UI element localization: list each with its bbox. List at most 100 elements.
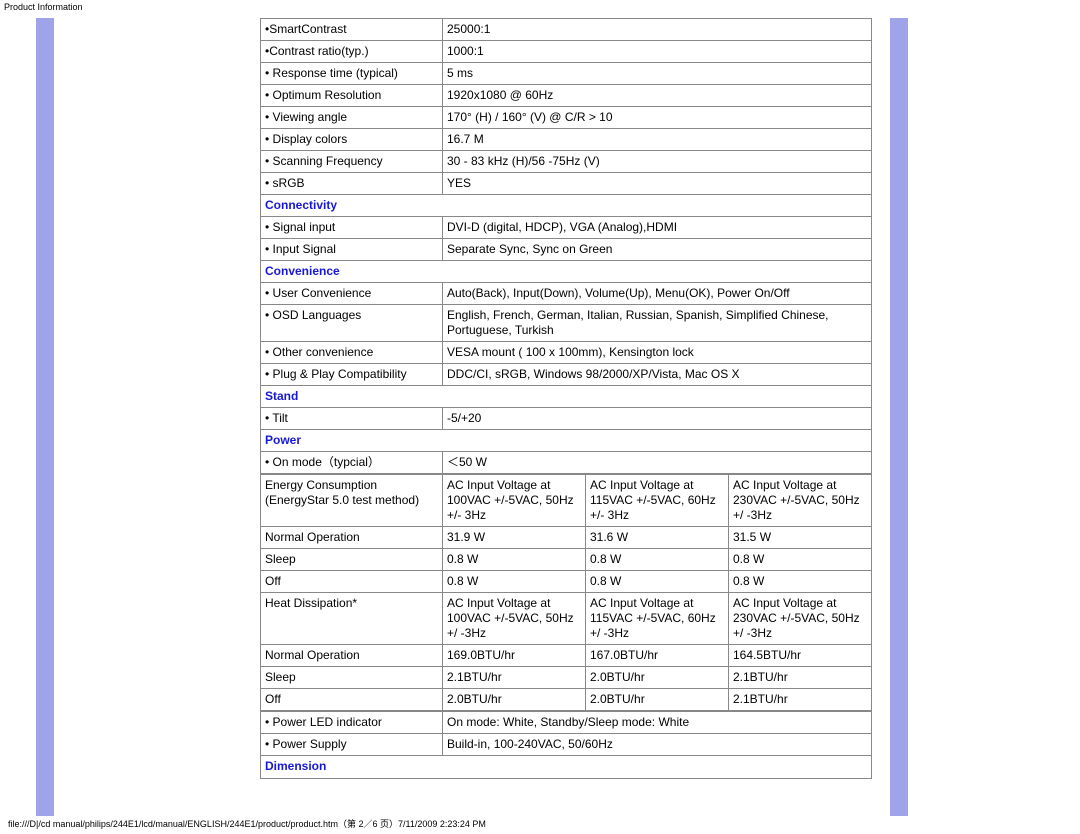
spec-label: • User Convenience <box>261 283 443 305</box>
section-header: Dimension <box>261 756 872 779</box>
spec-value: DDC/CI, sRGB, Windows 98/2000/XP/Vista, … <box>443 364 872 386</box>
section-header: Convenience <box>261 261 872 283</box>
section-header-row: Stand <box>261 386 872 408</box>
spec-label: Normal Operation <box>261 645 443 667</box>
spec-value: Build-in, 100-240VAC, 50/60Hz <box>443 734 872 756</box>
section-header-row: Power <box>261 430 872 452</box>
spec-label: Heat Dissipation* <box>261 593 443 645</box>
table-row: Energy Consumption (EnergyStar 5.0 test … <box>261 475 872 527</box>
spec-value: Separate Sync, Sync on Green <box>443 239 872 261</box>
spec-value: 0.8 W <box>729 571 872 593</box>
spec-label: Off <box>261 689 443 711</box>
spec-value: 31.5 W <box>729 527 872 549</box>
table-row: • Response time (typical)5 ms <box>261 63 872 85</box>
spec-label: • sRGB <box>261 173 443 195</box>
spec-value: 31.6 W <box>586 527 729 549</box>
table-row: Sleep 0.8 W 0.8 W 0.8 W <box>261 549 872 571</box>
section-header: Stand <box>261 386 872 408</box>
spec-label: Off <box>261 571 443 593</box>
table-row: Sleep 2.1BTU/hr 2.0BTU/hr 2.1BTU/hr <box>261 667 872 689</box>
spec-label: • Plug & Play Compatibility <box>261 364 443 386</box>
spec-label: Energy Consumption (EnergyStar 5.0 test … <box>261 475 443 527</box>
section-header: Power <box>261 430 872 452</box>
spec-value: 25000:1 <box>443 19 872 41</box>
spec-value: 16.7 M <box>443 129 872 151</box>
spec-value: 1000:1 <box>443 41 872 63</box>
spec-label: Sleep <box>261 549 443 571</box>
table-row: • Plug & Play CompatibilityDDC/CI, sRGB,… <box>261 364 872 386</box>
spec-value: 0.8 W <box>443 549 586 571</box>
spec-value: 164.5BTU/hr <box>729 645 872 667</box>
spec-value: 2.1BTU/hr <box>729 667 872 689</box>
spec-label: • Other convenience <box>261 342 443 364</box>
table-row: Off 0.8 W 0.8 W 0.8 W <box>261 571 872 593</box>
table-row: •Contrast ratio(typ.)1000:1 <box>261 41 872 63</box>
spec-label: • On mode（typcial） <box>261 452 443 474</box>
table-row: • Optimum Resolution1920x1080 @ 60Hz <box>261 85 872 107</box>
table-row: • On mode（typcial）＜50 W <box>261 452 872 474</box>
table-row: • Power LED indicatorOn mode: White, Sta… <box>261 712 872 734</box>
spec-value: 2.0BTU/hr <box>443 689 586 711</box>
spec-value: 167.0BTU/hr <box>586 645 729 667</box>
spec-label: • Signal input <box>261 217 443 239</box>
table-row: • Tilt-5/+20 <box>261 408 872 430</box>
spec-value: -5/+20 <box>443 408 872 430</box>
table-row: • Other convenienceVESA mount ( 100 x 10… <box>261 342 872 364</box>
spec-label: • Optimum Resolution <box>261 85 443 107</box>
spec-label: • Response time (typical) <box>261 63 443 85</box>
spec-label: • OSD Languages <box>261 305 443 342</box>
spec-value: Auto(Back), Input(Down), Volume(Up), Men… <box>443 283 872 305</box>
spec-value: AC Input Voltage at 100VAC +/-5VAC, 50Hz… <box>443 475 586 527</box>
spec-value: AC Input Voltage at 115VAC +/-5VAC, 60Hz… <box>586 475 729 527</box>
spec-value: English, French, German, Italian, Russia… <box>443 305 872 342</box>
table-row: • sRGB YES <box>261 173 872 195</box>
spec-value: 5 ms <box>443 63 872 85</box>
section-header: Connectivity <box>261 195 872 217</box>
table-row: • Input SignalSeparate Sync, Sync on Gre… <box>261 239 872 261</box>
section-header-row: Dimension <box>261 756 872 779</box>
spec-value: VESA mount ( 100 x 100mm), Kensington lo… <box>443 342 872 364</box>
spec-value: 31.9 W <box>443 527 586 549</box>
spec-value: 0.8 W <box>586 571 729 593</box>
spec-label: • Power Supply <box>261 734 443 756</box>
spec-label: •SmartContrast <box>261 19 443 41</box>
spec-label: • Power LED indicator <box>261 712 443 734</box>
spec-value: 0.8 W <box>443 571 586 593</box>
spec-value: On mode: White, Standby/Sleep mode: Whit… <box>443 712 872 734</box>
spec-value: 2.0BTU/hr <box>586 667 729 689</box>
spec-value: ＜50 W <box>443 452 872 474</box>
spec-label: • Display colors <box>261 129 443 151</box>
table-row: Normal Operation 169.0BTU/hr 167.0BTU/hr… <box>261 645 872 667</box>
spec-value: AC Input Voltage at 100VAC +/-5VAC, 50Hz… <box>443 593 586 645</box>
spec-value: AC Input Voltage at 230VAC +/-5VAC, 50Hz… <box>729 593 872 645</box>
spec-label: •Contrast ratio(typ.) <box>261 41 443 63</box>
spec-value: DVI-D (digital, HDCP), VGA (Analog),HDMI <box>443 217 872 239</box>
spec-label: • Tilt <box>261 408 443 430</box>
left-sidebar-stripe <box>36 18 54 816</box>
spec-value: 0.8 W <box>729 549 872 571</box>
table-row: • Display colors16.7 M <box>261 129 872 151</box>
spec-value: 2.1BTU/hr <box>729 689 872 711</box>
page-footer: file:///D|/cd manual/philips/244E1/lcd/m… <box>4 815 490 832</box>
page-header: Product Information <box>0 0 1080 14</box>
section-header-row: Convenience <box>261 261 872 283</box>
spec-value: AC Input Voltage at 115VAC +/-5VAC, 60Hz… <box>586 593 729 645</box>
spec-label: • Scanning Frequency <box>261 151 443 173</box>
spec-label: Sleep <box>261 667 443 689</box>
spec-value: 30 - 83 kHz (H)/56 -75Hz (V) <box>443 151 872 173</box>
power-misc-table: • Power LED indicatorOn mode: White, Sta… <box>260 711 872 779</box>
spec-value: 170° (H) / 160° (V) @ C/R > 10 <box>443 107 872 129</box>
section-header-row: Connectivity <box>261 195 872 217</box>
table-row: • User ConvenienceAuto(Back), Input(Down… <box>261 283 872 305</box>
table-row: Normal Operation 31.9 W 31.6 W 31.5 W <box>261 527 872 549</box>
display-spec-table: •SmartContrast25000:1 •Contrast ratio(ty… <box>260 18 872 474</box>
spec-value: 2.0BTU/hr <box>586 689 729 711</box>
spec-value: 169.0BTU/hr <box>443 645 586 667</box>
table-row: • OSD LanguagesEnglish, French, German, … <box>261 305 872 342</box>
table-row: • Signal inputDVI-D (digital, HDCP), VGA… <box>261 217 872 239</box>
table-row: Heat Dissipation* AC Input Voltage at 10… <box>261 593 872 645</box>
spec-label: • Input Signal <box>261 239 443 261</box>
table-row: Off 2.0BTU/hr 2.0BTU/hr 2.1BTU/hr <box>261 689 872 711</box>
spec-value: AC Input Voltage at 230VAC +/-5VAC, 50Hz… <box>729 475 872 527</box>
table-row: • Scanning Frequency30 - 83 kHz (H)/56 -… <box>261 151 872 173</box>
